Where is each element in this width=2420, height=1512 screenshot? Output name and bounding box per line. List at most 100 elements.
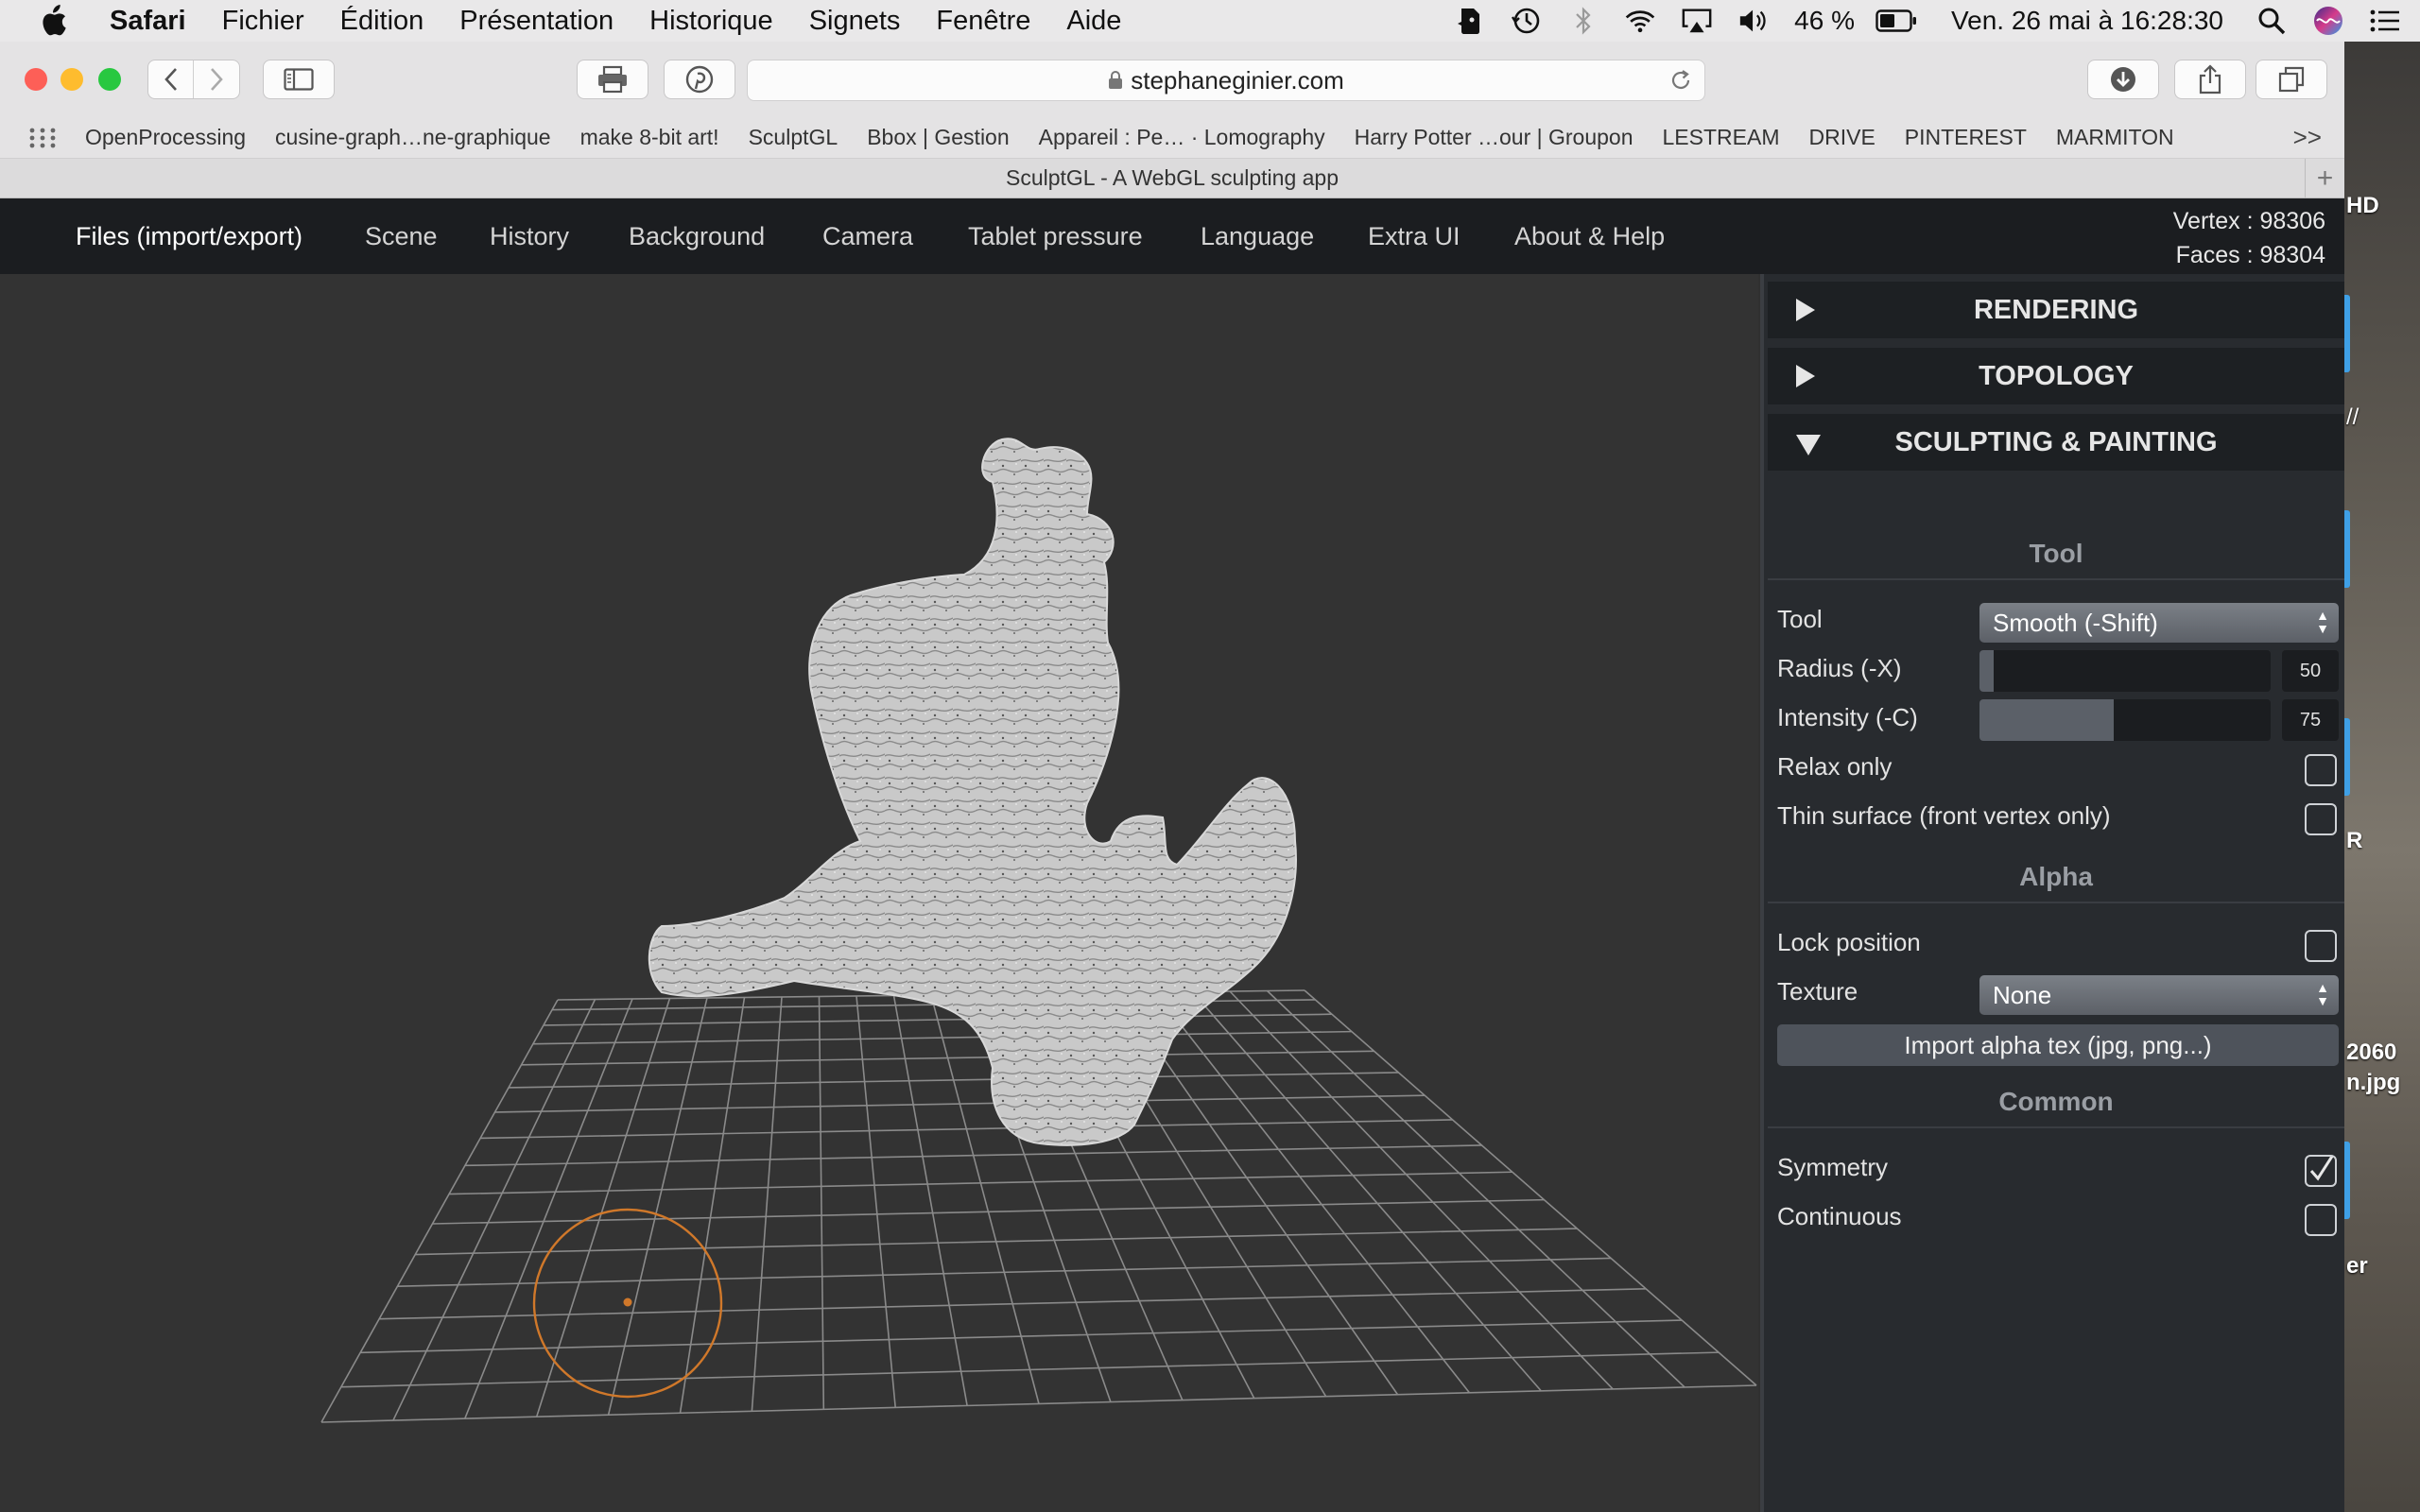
forward-button[interactable] [194, 60, 239, 98]
section-rendering[interactable]: RENDERING [1768, 282, 2344, 338]
sculpt-viewport[interactable] [0, 274, 1758, 1512]
share-button[interactable] [2174, 60, 2246, 99]
reload-icon[interactable] [1668, 68, 1693, 93]
intensity-value-input[interactable]: 75 [2282, 699, 2339, 741]
intensity-slider[interactable] [1979, 699, 2271, 741]
new-tab-button[interactable]: + [2305, 159, 2344, 198]
bookmark-cuisine-graphique[interactable]: cusine-graph…ne-graphique [275, 125, 551, 150]
lock-position-checkbox[interactable] [2305, 930, 2337, 962]
common-header: Common [1768, 1087, 2344, 1128]
bookmark-bbox[interactable]: Bbox | Gestion [867, 125, 1009, 150]
grid-line [449, 1171, 1512, 1195]
apple-icon[interactable] [38, 5, 68, 37]
grid-line [679, 997, 746, 1414]
nav-camera[interactable]: Camera [822, 198, 913, 274]
continuous-label: Continuous [1777, 1202, 1902, 1230]
sculpt-mesh[interactable] [648, 438, 1297, 1146]
bookmark-8bit-art[interactable]: make 8-bit art! [580, 125, 719, 150]
sculpt-side-panel: RENDERING TOPOLOGY SCULPTING & PAINTING … [1760, 274, 2344, 1512]
section-topology[interactable]: TOPOLOGY [1768, 348, 2344, 404]
bookmark-sculptgl[interactable]: SculptGL [749, 125, 838, 150]
menu-fenetre[interactable]: Fenêtre [936, 6, 1030, 37]
radius-slider[interactable] [1979, 650, 2271, 692]
bookmark-openprocessing[interactable]: OpenProcessing [85, 125, 246, 150]
volume-icon[interactable] [1737, 5, 1770, 37]
nav-files[interactable]: Files (import/export) [76, 198, 302, 274]
airplay-icon[interactable] [1681, 5, 1713, 37]
nav-about-help[interactable]: About & Help [1514, 198, 1665, 274]
downloads-button[interactable] [2087, 60, 2159, 99]
viewport-canvas[interactable] [0, 274, 1758, 1512]
tool-select[interactable]: Smooth (-Shift) ▲ ▼ [1979, 603, 2339, 643]
bookmark-marmiton[interactable]: MARMITON [2056, 125, 2174, 150]
bookmark-lestream[interactable]: LESTREAM [1663, 125, 1780, 150]
nav-language[interactable]: Language [1201, 198, 1314, 274]
address-bar[interactable]: stephaneginier.com [747, 60, 1705, 101]
desktop-file-name[interactable]: 2060 [2346, 1040, 2396, 1066]
section-sculpting-painting[interactable]: SCULPTING & PAINTING [1768, 414, 2344, 471]
evernote-icon[interactable] [1454, 5, 1486, 37]
back-button[interactable] [148, 60, 194, 98]
spotlight-search-icon[interactable] [2256, 5, 2288, 37]
nav-extra-ui[interactable]: Extra UI [1368, 198, 1461, 274]
relax-only-checkbox[interactable] [2305, 754, 2337, 786]
wifi-icon[interactable] [1624, 5, 1656, 37]
relax-only-label: Relax only [1777, 752, 1893, 781]
sidebar-icon [284, 68, 314, 91]
notification-center-icon[interactable] [2369, 5, 2401, 37]
menu-safari[interactable]: Safari [110, 6, 186, 37]
menu-signets[interactable]: Signets [809, 6, 901, 37]
bookmark-pinterest[interactable]: PINTEREST [1905, 125, 2027, 150]
bookmark-drive[interactable]: DRIVE [1809, 125, 1876, 150]
continuous-checkbox[interactable] [2305, 1204, 2337, 1236]
nav-scene[interactable]: Scene [365, 198, 438, 274]
bluetooth-icon[interactable] [1567, 5, 1599, 37]
thin-surface-checkbox[interactable] [2305, 803, 2337, 835]
menu-edition[interactable]: Édition [340, 6, 424, 37]
grid-line [340, 1351, 1720, 1388]
menu-fichier[interactable]: Fichier [222, 6, 304, 37]
zoom-window-button[interactable] [98, 68, 121, 91]
nav-history[interactable]: History [490, 198, 569, 274]
download-icon [2111, 67, 2135, 92]
print-button[interactable] [577, 60, 648, 99]
import-alpha-button[interactable]: Import alpha tex (jpg, png...) [1777, 1024, 2339, 1066]
grid-icon[interactable] [28, 127, 57, 149]
collapsed-arrow-icon [1796, 365, 1815, 387]
share-icon [2199, 64, 2221, 94]
desktop-label-hd: HD [2346, 193, 2379, 218]
minimize-window-button[interactable] [60, 68, 83, 91]
more-bookmarks-button[interactable]: >> [2293, 123, 2322, 152]
tab-sculptgl[interactable]: SculptGL - A WebGL sculpting app [1006, 165, 1339, 191]
desktop-background [2342, 42, 2420, 1512]
grid-line [1266, 989, 1685, 1388]
menu-aide[interactable]: Aide [1066, 6, 1121, 37]
nav-tablet-pressure[interactable]: Tablet pressure [968, 198, 1143, 274]
desktop-file-extension[interactable]: n.jpg [2346, 1070, 2400, 1096]
bookmark-harry-potter[interactable]: Harry Potter …our | Groupon [1355, 125, 1634, 150]
section-rendering-label: RENDERING [1973, 294, 2138, 325]
battery-icon[interactable] [1876, 5, 1917, 37]
mesh-stats: Vertex : 98306 Faces : 98304 [2173, 204, 2325, 272]
siri-icon[interactable] [2312, 5, 2344, 37]
time-machine-icon[interactable] [1511, 5, 1543, 37]
brush-center-dot [623, 1297, 632, 1307]
nav-background[interactable]: Background [629, 198, 765, 274]
tabs-overview-button[interactable] [2256, 60, 2327, 99]
sidebar-toggle-button[interactable] [263, 60, 335, 99]
grid-line [320, 1384, 1757, 1423]
bookmark-lomography[interactable]: Appareil : Pe… · Lomography [1039, 125, 1325, 150]
tool-label: Tool [1777, 605, 1823, 633]
pinterest-button[interactable] [664, 60, 735, 99]
tabs-icon [2278, 66, 2305, 93]
menu-presentation[interactable]: Présentation [459, 6, 614, 37]
menu-historique[interactable]: Historique [649, 6, 773, 37]
close-window-button[interactable] [25, 68, 47, 91]
symmetry-checkbox[interactable] [2305, 1154, 2337, 1187]
radius-value-input[interactable]: 50 [2282, 650, 2339, 692]
grid-line [543, 1013, 1332, 1026]
clock[interactable]: Ven. 26 mai à 16:28:30 [1951, 6, 2223, 36]
tool-header: Tool [1768, 539, 2344, 580]
texture-select[interactable]: None ▲ ▼ [1979, 975, 2339, 1015]
battery-percent: 46 % [1794, 6, 1855, 35]
